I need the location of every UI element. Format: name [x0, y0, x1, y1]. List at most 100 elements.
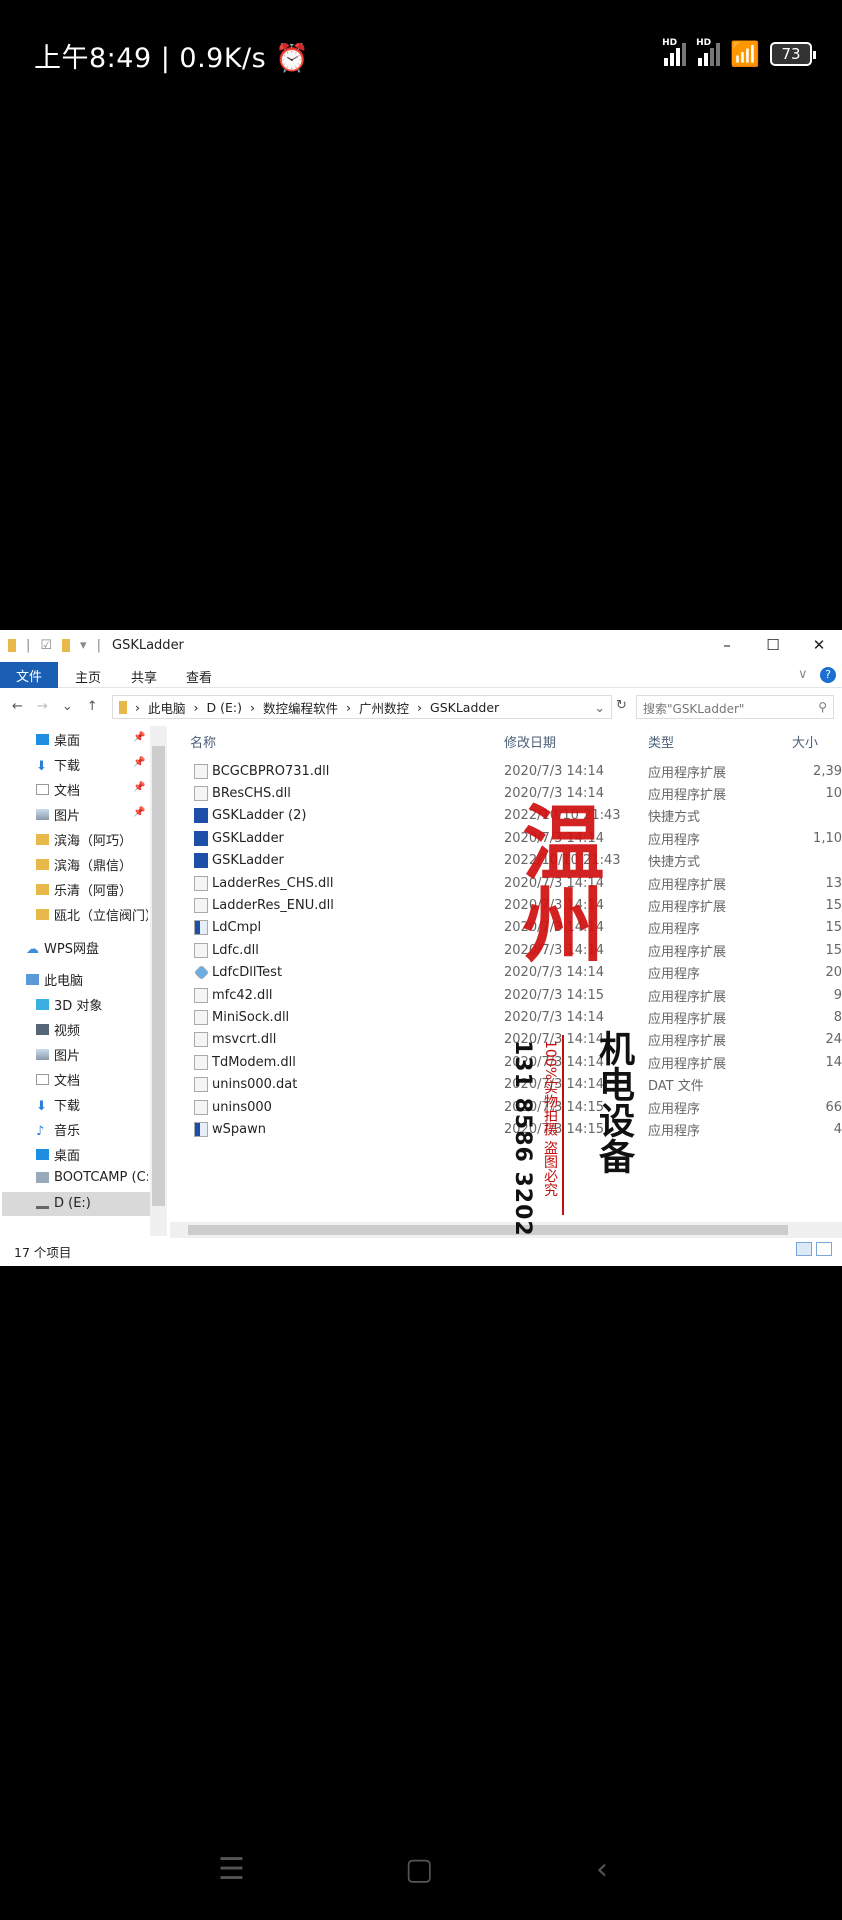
file-type: 应用程序扩展 [648, 1056, 727, 1072]
file-row[interactable]: GSKLadder 2022/10/10 21:43 快捷方式 [170, 850, 842, 872]
pictures-icon [36, 809, 49, 820]
up-icon[interactable]: ↑ [87, 699, 98, 714]
scrollbar-thumb[interactable] [188, 1225, 788, 1235]
folder-icon [36, 909, 49, 920]
close-button[interactable]: ✕ [796, 630, 842, 660]
tab-view[interactable]: 查看 [186, 667, 212, 686]
file-row[interactable]: LadderRes_CHS.dll 2020/7/3 14:14 应用程序扩展 … [170, 872, 842, 894]
sidebar-item-documents[interactable]: 文档 [36, 1070, 148, 1089]
battery-icon: 73 [770, 42, 816, 66]
file-row[interactable]: TdModem.dll 2020/7/3 14:14 应用程序扩展 14 [170, 1051, 842, 1073]
file-row[interactable]: wSpawn 2020/7/3 14:15 应用程序 4 [170, 1118, 842, 1140]
column-size[interactable]: 大小 [792, 732, 818, 751]
sidebar-item-this-pc[interactable]: 此电脑 [26, 970, 138, 989]
back-button[interactable]: ‹ [596, 1852, 608, 1887]
sidebar-item-videos[interactable]: 视频 [36, 1020, 148, 1039]
sidebar-item-folder[interactable]: 瓯北（立信阀门） [36, 905, 148, 924]
breadcrumb[interactable]: 数控编程软件 [263, 698, 338, 717]
recent-dropdown-icon[interactable]: ⌄ [62, 699, 73, 714]
sidebar-item-label: 音乐 [54, 1124, 81, 1139]
search-input[interactable]: 搜索"GSKLadder" ⚲ [636, 695, 834, 719]
column-name[interactable]: 名称 [190, 732, 216, 751]
sidebar-item-drive-c[interactable]: BOOTCAMP (C: [36, 1170, 148, 1185]
sidebar-item-folder[interactable]: 乐清（阿雷） [36, 880, 148, 899]
tab-home[interactable]: 主页 [75, 667, 101, 686]
scrollbar-thumb[interactable] [152, 746, 165, 1206]
sidebar-item-drive-d[interactable]: D (E:) [36, 1196, 148, 1211]
large-icons-view-icon[interactable] [816, 1242, 832, 1256]
sidebar-item-downloads[interactable]: ⬇ 下载 [36, 1095, 148, 1114]
maximize-button[interactable]: ☐ [750, 630, 796, 660]
column-header: 名称 修改日期 类型 大小 [170, 726, 842, 752]
pictures-icon [36, 1049, 49, 1060]
file-row[interactable]: LdCmpl 2020/7/3 14:14 应用程序 15 [170, 917, 842, 939]
sidebar-item-folder[interactable]: 滨海（阿巧） [36, 830, 148, 849]
pin-icon: 📌 [133, 807, 146, 818]
file-row[interactable]: msvcrt.dll 2020/7/3 14:14 应用程序扩展 24 [170, 1029, 842, 1051]
quick-access-toolbar: | ☑ ▾ | [8, 638, 101, 653]
file-row[interactable]: GSKLadder (2) 2022/10/10 21:43 快捷方式 [170, 805, 842, 827]
details-view-icon[interactable] [796, 1242, 812, 1256]
exe-file-icon [194, 808, 208, 824]
file-name: MiniSock.dll [212, 1009, 290, 1025]
home-button[interactable]: ▢ [405, 1852, 433, 1887]
breadcrumb[interactable]: 此电脑 [148, 698, 186, 717]
menu-button[interactable]: ☰ [218, 1852, 245, 1887]
file-type: 应用程序 [648, 1101, 701, 1117]
column-type[interactable]: 类型 [648, 732, 674, 751]
pin-icon: 📌 [133, 757, 146, 768]
sidebar-item-desktop[interactable]: 桌面 [36, 730, 148, 749]
address-dropdown-icon[interactable]: ⌄ [595, 700, 605, 715]
sidebar-item-label: 下载 [54, 1099, 81, 1114]
file-row[interactable]: GSKLadder 2020/7/3 14:14 应用程序 1,10 [170, 827, 842, 849]
file-row[interactable]: LadderRes_ENU.dll 2020/7/3 14:14 应用程序扩展 … [170, 894, 842, 916]
breadcrumb[interactable]: GSKLadder [430, 700, 499, 715]
file-name: LdCmpl [212, 920, 262, 936]
tab-file[interactable]: 文件 [0, 662, 58, 688]
expand-ribbon-icon[interactable]: ∨ [798, 667, 808, 682]
sidebar-item-pictures[interactable]: 图片 [36, 1045, 148, 1064]
file-name: Ldfc.dll [212, 942, 259, 958]
sidebar-item-documents[interactable]: 文档 [36, 780, 148, 799]
file-date: 2020/7/3 14:14 [504, 942, 604, 958]
sidebar-item-wps[interactable]: ☁ WPS网盘 [26, 938, 138, 957]
sidebar-item-label: 文档 [54, 1074, 81, 1089]
address-bar[interactable]: › 此电脑 › D (E:) › 数控编程软件 › 广州数控 › GSKLadder ⌄ [112, 695, 612, 719]
sidebar-item-pictures[interactable]: 图片 [36, 805, 148, 824]
sidebar-item-label: 此电脑 [44, 974, 84, 989]
horizontal-scrollbar[interactable] [170, 1222, 842, 1238]
sidebar-item-downloads[interactable]: ⬇ 下载 [36, 755, 148, 774]
sidebar-item-music[interactable]: ♪ 音乐 [36, 1120, 148, 1139]
breadcrumb[interactable]: 广州数控 [359, 698, 409, 717]
file-type: 快捷方式 [648, 855, 701, 871]
sidebar-item-3d[interactable]: 3D 对象 [36, 995, 148, 1014]
folder-icon [8, 639, 16, 652]
back-icon[interactable]: ← [12, 699, 23, 714]
customize-dropdown-icon[interactable]: ▾ [80, 638, 87, 653]
dat-file-icon [194, 1077, 208, 1093]
status-time-speed: 上午8:49 | 0.9K/s ⏰ [34, 43, 310, 74]
file-row[interactable]: unins000 2020/7/3 14:15 应用程序 66 [170, 1096, 842, 1118]
minimize-button[interactable]: – [704, 630, 750, 660]
sidebar-scrollbar[interactable] [150, 726, 167, 1236]
new-folder-icon[interactable] [62, 639, 71, 652]
sidebar-item-desktop[interactable]: 桌面 [36, 1145, 148, 1164]
column-date[interactable]: 修改日期 [504, 732, 556, 751]
file-row[interactable]: unins000.dat 2020/7/3 14:14 DAT 文件 [170, 1074, 842, 1096]
document-icon [36, 784, 49, 795]
tab-share[interactable]: 共享 [131, 667, 157, 686]
dll-file-icon [194, 897, 208, 913]
forward-icon[interactable]: → [37, 699, 48, 714]
file-row[interactable]: BCGCBPRO731.dll 2020/7/3 14:14 应用程序扩展 2,… [170, 760, 842, 782]
sidebar-item-folder[interactable]: 滨海（鼎信） [36, 855, 148, 874]
refresh-icon[interactable]: ↻ [616, 698, 627, 713]
file-row[interactable]: LdfcDllTest 2020/7/3 14:14 应用程序 20 [170, 962, 842, 984]
file-size: 14 [825, 1054, 842, 1070]
help-icon[interactable]: ? [820, 667, 836, 683]
file-row[interactable]: mfc42.dll 2020/7/3 14:15 应用程序扩展 9 [170, 984, 842, 1006]
file-row[interactable]: BResCHS.dll 2020/7/3 14:14 应用程序扩展 10 [170, 782, 842, 804]
properties-icon[interactable]: ☑ [40, 638, 52, 653]
file-row[interactable]: MiniSock.dll 2020/7/3 14:14 应用程序扩展 8 [170, 1006, 842, 1028]
breadcrumb[interactable]: D (E:) [207, 700, 242, 715]
file-row[interactable]: Ldfc.dll 2020/7/3 14:14 应用程序扩展 15 [170, 939, 842, 961]
